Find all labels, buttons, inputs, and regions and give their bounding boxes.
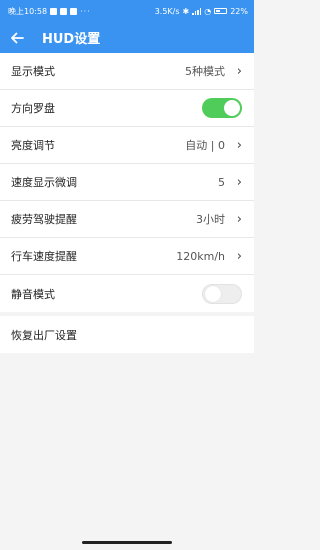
mute-toggle[interactable] bbox=[202, 283, 242, 304]
setting-mute: 静音模式 bbox=[0, 275, 254, 312]
factory-reset-button[interactable]: 恢复出厂设置 bbox=[0, 316, 254, 353]
wifi-icon: ◔ bbox=[204, 6, 212, 16]
notification-icon bbox=[50, 7, 58, 15]
setting-speed-reminder[interactable]: 行车速度提醒 120km/h › bbox=[0, 238, 254, 275]
bluetooth-icon: ✱ bbox=[182, 6, 190, 16]
setting-label: 方向罗盘 bbox=[11, 102, 55, 115]
toolbar: HUD设置 bbox=[0, 22, 254, 53]
signal-icon bbox=[192, 7, 202, 15]
home-indicator[interactable] bbox=[82, 541, 172, 544]
setting-brightness[interactable]: 亮度调节 自动 | 0 › bbox=[0, 127, 254, 164]
setting-label: 疲劳驾驶提醒 bbox=[11, 213, 77, 226]
setting-value: 5 bbox=[218, 175, 225, 189]
battery-level: 22% bbox=[230, 6, 248, 16]
setting-value: 自动 | 0 bbox=[185, 139, 225, 152]
network-speed: 3.5K/s bbox=[154, 6, 180, 16]
toggle-knob bbox=[224, 100, 240, 116]
more-notifications-icon: ··· bbox=[80, 6, 91, 16]
settings-list: 显示模式 5种模式 › 方向罗盘 亮度调节 自动 | 0 › 速度显示微调 5 … bbox=[0, 53, 254, 312]
setting-speed-adjust[interactable]: 速度显示微调 5 › bbox=[0, 164, 254, 201]
status-time: 晚上10:58 bbox=[8, 6, 48, 16]
battery-icon bbox=[214, 8, 228, 14]
chevron-right-icon: › bbox=[236, 137, 242, 153]
setting-value: 3小时 bbox=[196, 213, 225, 226]
setting-label: 速度显示微调 bbox=[11, 176, 77, 189]
factory-reset-label: 恢复出厂设置 bbox=[11, 328, 77, 342]
setting-compass: 方向罗盘 bbox=[0, 90, 254, 127]
arrow-left-icon[interactable] bbox=[0, 22, 34, 53]
chevron-right-icon: › bbox=[236, 248, 242, 264]
setting-label: 静音模式 bbox=[11, 287, 55, 301]
image-notification-icon bbox=[70, 7, 78, 15]
chevron-right-icon: › bbox=[236, 63, 242, 79]
setting-fatigue-reminder[interactable]: 疲劳驾驶提醒 3小时 › bbox=[0, 201, 254, 238]
app-notification-icon bbox=[60, 7, 68, 15]
chevron-right-icon: › bbox=[236, 174, 242, 190]
setting-label: 显示模式 bbox=[11, 65, 55, 78]
chevron-right-icon: › bbox=[236, 211, 242, 227]
setting-label: 亮度调节 bbox=[11, 139, 55, 152]
setting-label: 行车速度提醒 bbox=[11, 250, 77, 263]
toggle-knob bbox=[205, 285, 221, 302]
setting-value: 5种模式 bbox=[185, 65, 225, 78]
status-bar: 晚上10:58 ··· 3.5K/s ✱ ◔ 22% bbox=[0, 0, 254, 22]
compass-toggle[interactable] bbox=[202, 98, 242, 118]
setting-value: 120km/h bbox=[176, 249, 225, 263]
page-title: HUD设置 bbox=[42, 32, 101, 47]
setting-display-mode[interactable]: 显示模式 5种模式 › bbox=[0, 53, 254, 90]
